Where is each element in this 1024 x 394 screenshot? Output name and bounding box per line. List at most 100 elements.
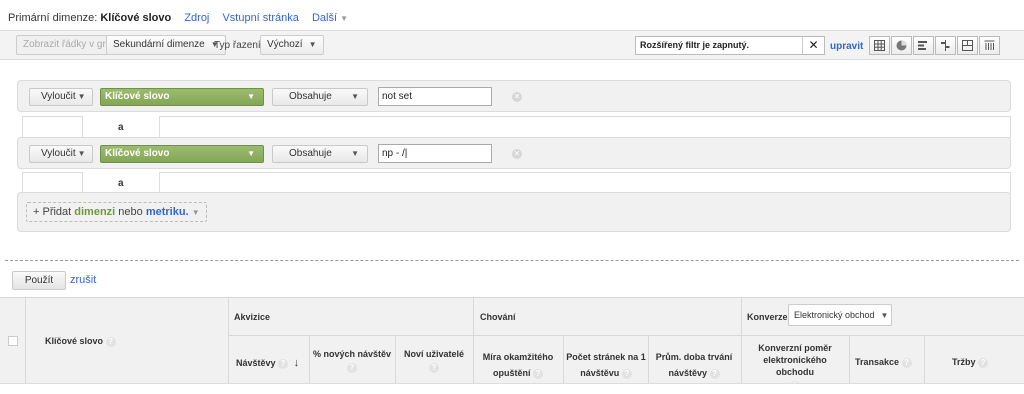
help-icon: ? [978,357,989,368]
secondary-dimension-label: Sekundární dimenze [113,39,205,50]
help-icon: ? [429,363,439,373]
exclude-label: Vyloučit [41,91,76,102]
chevron-down-icon: ▼ [308,40,317,49]
new-visits-percent-column-header[interactable]: % nových návštěv? [310,349,394,373]
avg-visit-duration-column-header[interactable]: Prům. doba trvání návštěvy ? [651,349,737,381]
primary-dimension-label: Primární dimenze: [8,12,98,24]
duration-header-label: Prům. doba trvání návštěvy [655,352,733,378]
primary-dimension-bar: Primární dimenze: Klíčové slovo Zdroj Vs… [8,12,348,24]
comparison-icon[interactable] [935,36,956,55]
chevron-down-icon: ▼ [351,149,359,158]
filter-condition-row: Vyloučit ▼ Klíčové slovo ▼ Obsahuje ▼ np - … [17,137,1011,169]
sort-type-select[interactable]: Výchozí ▼ [260,35,324,55]
dimension-label: Klíčové slovo [105,148,170,159]
visits-column-header[interactable]: Návštěvy ? ↓ [236,357,299,369]
edit-filter-link[interactable]: upravit [830,41,863,52]
and-label: a [118,122,124,133]
remove-condition-icon[interactable]: ✕ [512,149,522,159]
grid-icon[interactable] [869,36,890,55]
divider [473,298,474,394]
and-label: a [118,178,124,189]
bar-icon[interactable] [913,36,934,55]
and-condition-slot[interactable] [159,116,1011,138]
match-type-select[interactable]: Obsahuje ▼ [272,88,368,106]
primary-dimension-current: Klíčové slovo [100,12,172,24]
chevron-down-icon: ▼ [340,14,348,23]
chevron-down-icon: ▼ [247,92,255,101]
acquisition-group-header: Akvizice [234,312,271,322]
ecom-rate-header-label: Konverzní poměr elektronického obchodu [758,343,832,377]
pages-header-label: Počet stránek na 1 návštěvu [566,352,646,378]
table-toolbar: Zobrazit řádky v grafu Sekundární dimenz… [0,30,1024,60]
include-exclude-select[interactable]: Vyloučit ▼ [29,145,93,163]
chevron-down-icon: ▼ [77,149,86,158]
sparkline-icon[interactable] [979,36,1000,55]
cancel-link[interactable]: zrušit [70,274,96,286]
divider [25,298,26,394]
chevron-down-icon: ▼ [77,92,86,101]
new-users-column-header[interactable]: Noví uživatelé? [396,349,472,373]
and-spacer-left [22,116,83,138]
advanced-filter-editor: Vyloučit ▼ Klíčové slovo ▼ Obsahuje ▼ not s… [5,61,1019,261]
table-row [0,383,1024,394]
divider [228,298,229,394]
sort-type-label: Typ řazení: [214,40,264,51]
help-icon: ? [709,368,720,379]
bounce-rate-column-header[interactable]: Míra okamžitého opuštění ? [476,349,560,381]
add-metric-text: metriku. [145,206,189,218]
new-users-header-label: Noví uživatelé [403,349,465,359]
dimension-select[interactable]: Klíčové slovo ▼ [100,145,264,163]
dimension-select[interactable]: Klíčové slovo ▼ [100,88,264,106]
primary-dimension-more-link[interactable]: Další ▼ [312,12,348,24]
add-dimension-text: dimenzi [74,206,116,218]
divider [228,335,1024,336]
pages-per-visit-column-header[interactable]: Počet stránek na 1 návštěvu ? [566,349,646,381]
view-switcher [869,36,1001,55]
primary-dimension-source-link[interactable]: Zdroj [184,12,209,24]
add-middle-text: nebo [118,206,143,218]
help-icon: ? [347,363,357,373]
more-label: Další [311,12,337,24]
conversion-type-value: Elektronický obchod [794,310,875,320]
add-dimension-or-metric-button[interactable]: + Přidat dimenzi nebo metriku. ▼ [26,202,207,222]
help-icon: ? [105,336,116,347]
match-type-select[interactable]: Obsahuje ▼ [272,145,368,163]
include-exclude-select[interactable]: Vyloučit ▼ [29,88,93,106]
pivot-icon[interactable] [957,36,978,55]
filter-value-input[interactable]: np - /| [378,144,492,163]
add-condition-row: + Přidat dimenzi nebo metriku. ▼ [17,192,1011,232]
new-visits-header-label: % nových návštěv [312,349,392,359]
keyword-column-header[interactable]: Klíčové slovo ? [45,336,116,347]
chevron-down-icon: ▼ [351,92,359,101]
primary-dimension-landing-page-link[interactable]: Vstupní stránka [222,12,298,24]
dimension-label: Klíčové slovo [105,91,170,102]
sort-arrow-down-icon: ↓ [293,357,300,369]
match-type-label: Obsahuje [289,148,332,159]
visits-header-label: Návštěvy [236,358,276,368]
transactions-column-header[interactable]: Transakce ? [855,357,912,368]
and-condition-slot[interactable] [159,172,1011,194]
chevron-down-icon: ▼ [880,311,889,320]
apply-button[interactable]: Použít [12,271,66,290]
filter-value-input[interactable]: not set [378,87,492,106]
filter-status-text: Rozšířený filtr je zapnutý. [640,40,750,50]
close-icon[interactable]: ✕ [802,37,824,54]
advanced-filter-status: Rozšířený filtr je zapnutý. ✕ [635,36,825,55]
conversions-group-header: Konverze [747,312,788,322]
revenue-header-label: Tržby [952,357,976,367]
remove-condition-icon[interactable]: ✕ [512,92,522,102]
conversion-type-select[interactable]: Elektronický obchod ▼ [788,304,892,326]
help-icon: ? [533,368,543,379]
exclude-label: Vyloučit [41,148,76,159]
behavior-group-header: Chování [480,312,516,322]
chevron-down-icon: ▼ [191,208,200,217]
help-icon: ? [621,368,632,379]
revenue-column-header[interactable]: Tržby ? [952,357,989,368]
and-spacer-left [22,172,83,194]
secondary-dimension-button[interactable]: Sekundární dimenze ▼ [106,35,226,55]
pie-icon[interactable] [891,36,912,55]
help-icon: ? [901,357,912,368]
select-all-checkbox[interactable] [8,336,18,346]
table-header: Klíčové slovo ? Akvizice Chování Konverz… [0,297,1024,394]
filter-condition-row: Vyloučit ▼ Klíčové slovo ▼ Obsahuje ▼ not s… [17,80,1011,112]
